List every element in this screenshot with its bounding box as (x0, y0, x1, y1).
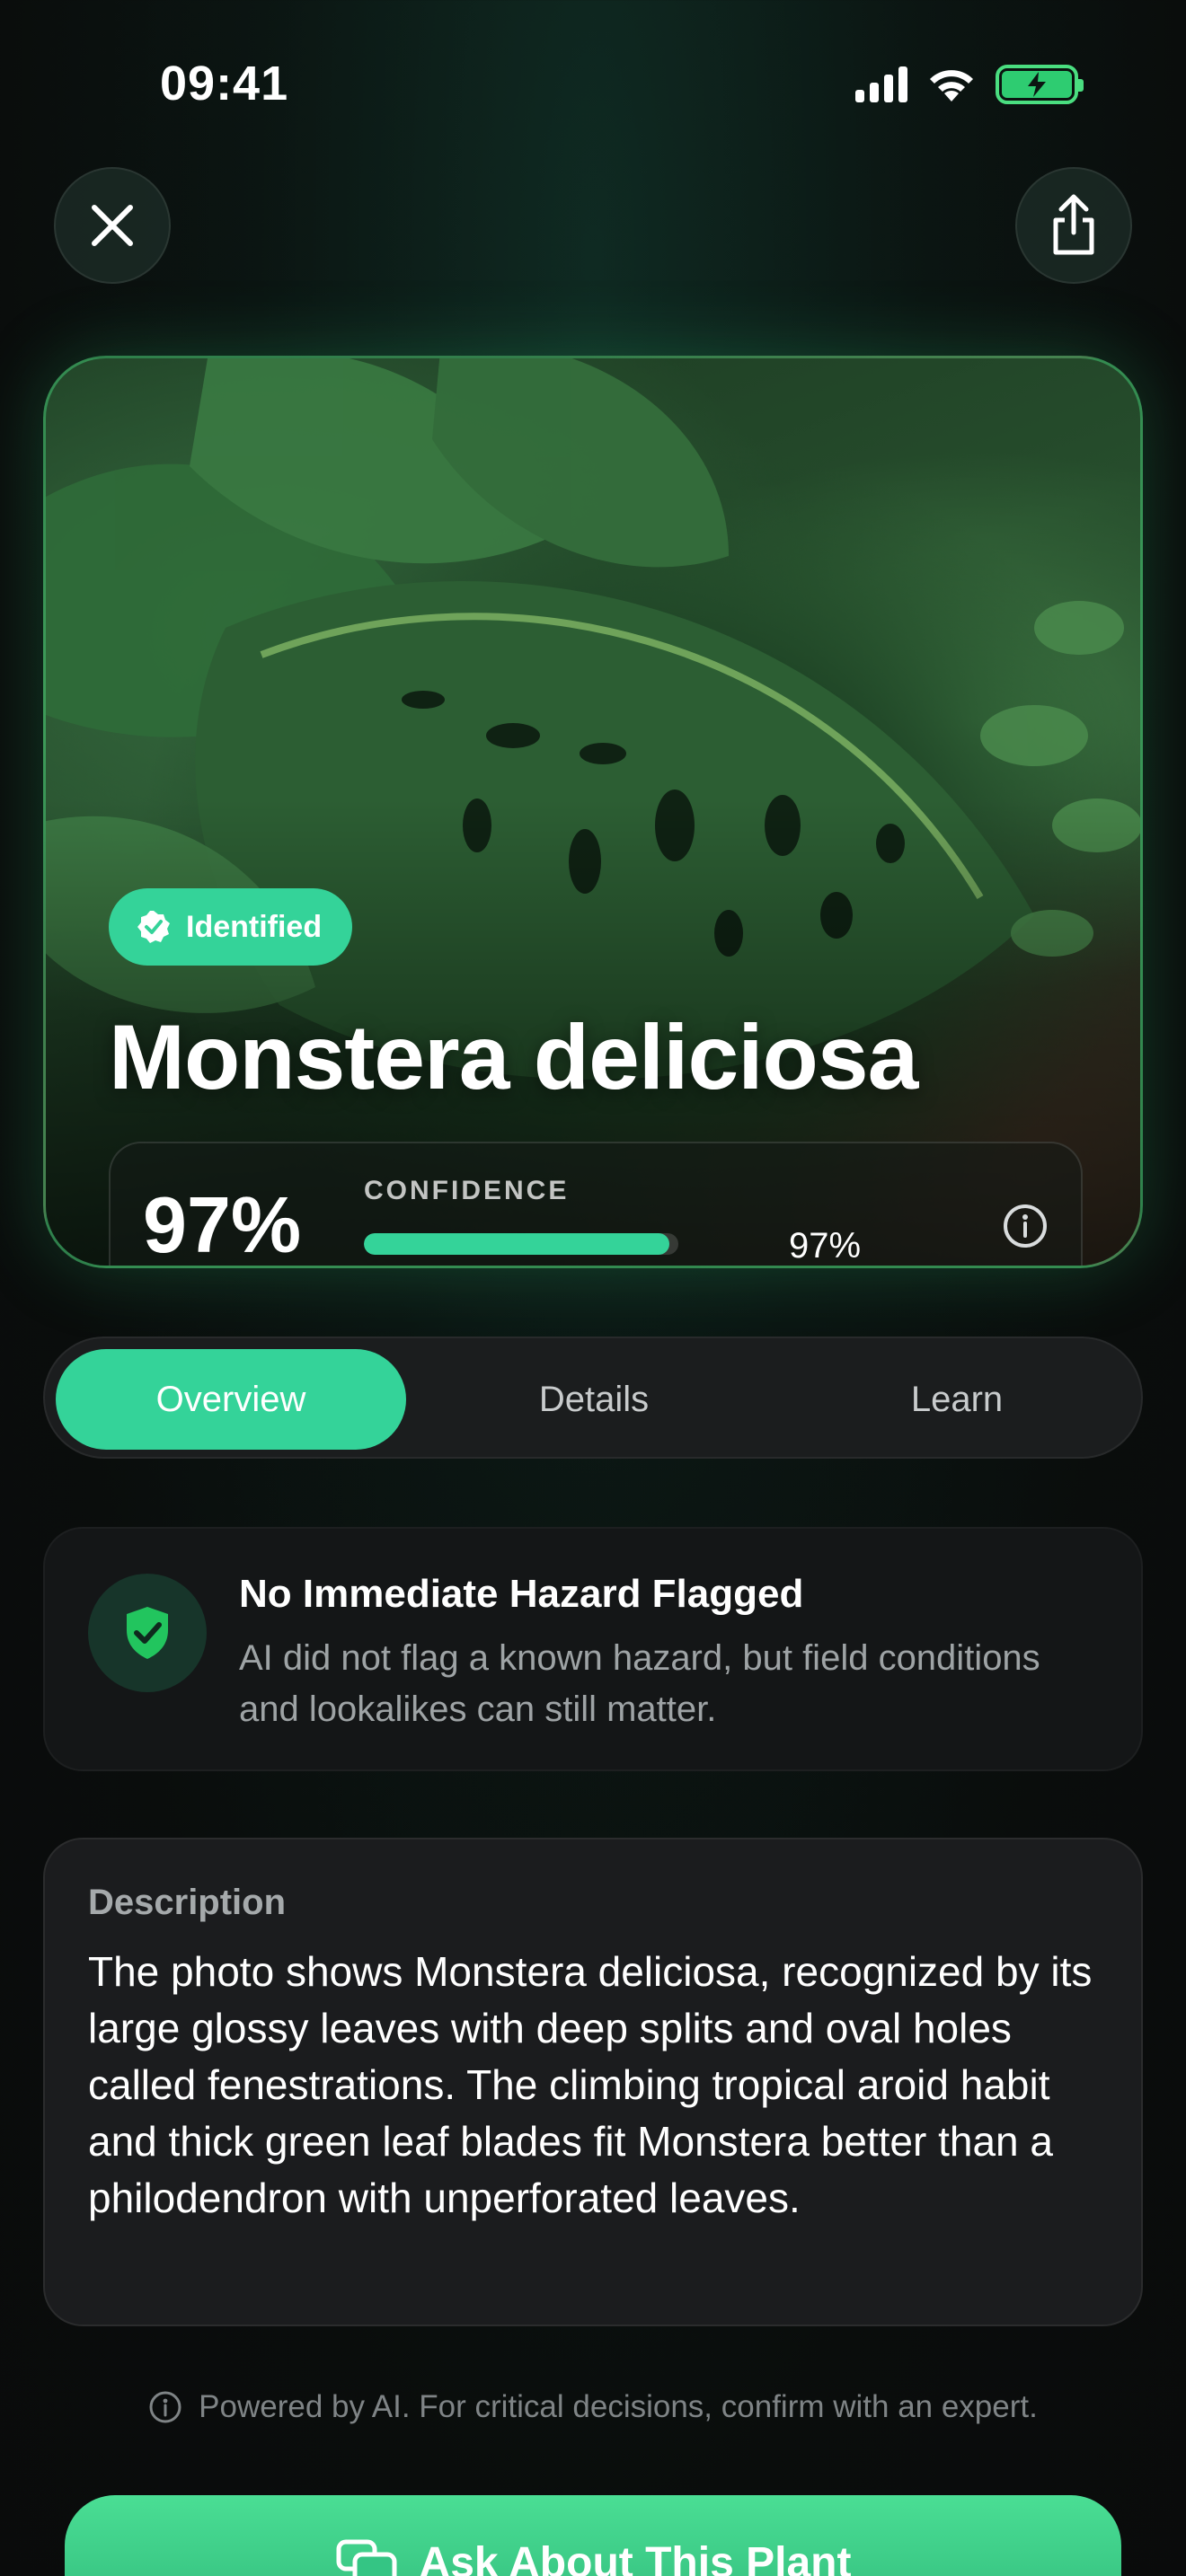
shield-check-icon (127, 1607, 168, 1659)
tab-details[interactable]: Details (419, 1349, 769, 1450)
confidence-bar (364, 1233, 678, 1255)
tab-learn[interactable]: Learn (782, 1349, 1132, 1450)
description-label: Description (88, 1883, 287, 1922)
description-text: The photo shows Monstera deliciosa, reco… (88, 1948, 1093, 2221)
close-icon (92, 205, 133, 246)
hazard-card: No Immediate Hazard Flagged AI did not f… (43, 1527, 1143, 1771)
identified-badge: Identified (109, 888, 353, 966)
confidence-percent: 97% (143, 1180, 302, 1268)
status-time: 09:41 (160, 57, 289, 110)
plant-name: Monstera deliciosa (109, 1006, 918, 1108)
ask-about-plant-label: Ask About This Plant (419, 2539, 852, 2576)
identified-badge-label: Identified (186, 909, 323, 944)
hazard-icon-container (88, 1574, 207, 1692)
chat-bubbles-icon (336, 2539, 397, 2576)
ai-disclaimer: Powered by AI. For critical decisions, c… (0, 2389, 1186, 2425)
ask-about-plant-button[interactable]: Ask About This Plant (65, 2495, 1121, 2576)
confidence-panel: 97% CONFIDENCE 97% (109, 1142, 1083, 1268)
status-icons (855, 65, 1084, 104)
share-button[interactable] (1015, 167, 1132, 284)
hazard-title: No Immediate Hazard Flagged (239, 1572, 804, 1616)
plant-photo-card: Identified Monstera deliciosa 97% CONFID… (43, 356, 1143, 1268)
description-card: Description The photo shows Monstera del… (43, 1838, 1143, 2326)
confidence-bar-value: 97% (789, 1226, 862, 1266)
wifi-icon (930, 70, 973, 101)
confidence-bar-fill (364, 1233, 669, 1255)
info-icon (149, 2391, 181, 2423)
tab-overview[interactable]: Overview (56, 1349, 406, 1450)
cellular-signal-icon (855, 66, 907, 102)
info-icon[interactable] (1002, 1203, 1049, 1249)
ai-disclaimer-text: Powered by AI. For critical decisions, c… (199, 2389, 1038, 2424)
battery-charging-icon (996, 65, 1084, 104)
share-icon (1053, 194, 1094, 255)
hazard-text: AI did not flag a known hazard, but fiel… (239, 1638, 1040, 1729)
verified-check-icon (137, 911, 170, 943)
close-button[interactable] (54, 167, 171, 284)
confidence-label: CONFIDENCE (364, 1176, 570, 1205)
segmented-tabs: Overview Details Learn (43, 1337, 1143, 1459)
